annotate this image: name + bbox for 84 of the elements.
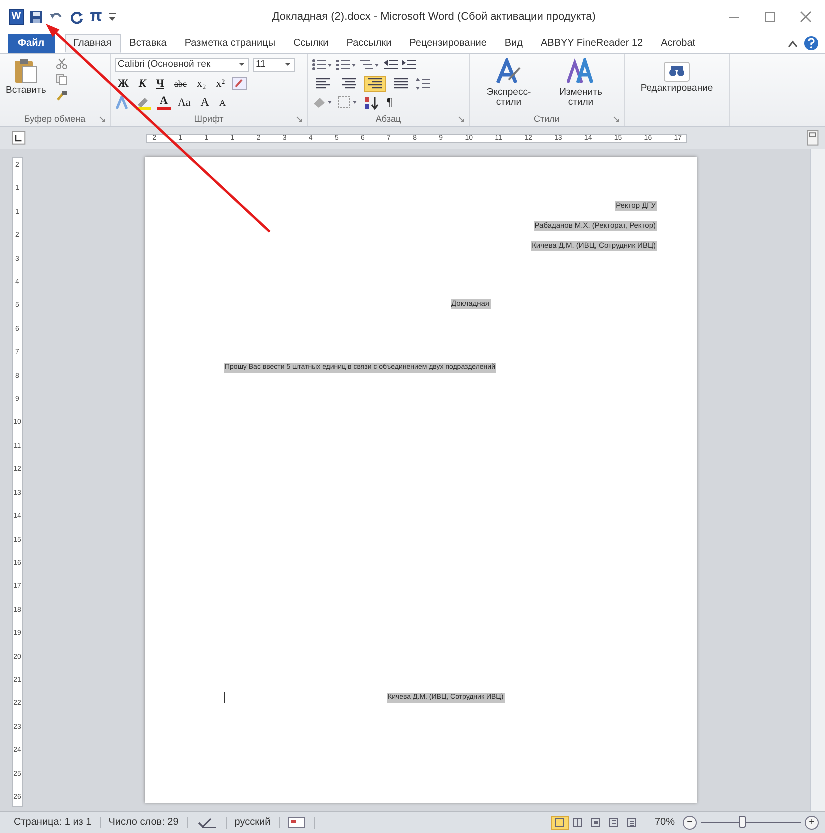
dialog-launcher-icon[interactable]	[613, 116, 620, 122]
maximize-icon[interactable]	[763, 11, 777, 23]
word-count[interactable]: Число слов: 29	[100, 817, 188, 828]
window-title: Докладная (2).docx - Microsoft Word (Сбой активации продукта)	[271, 11, 597, 23]
format-button[interactable]: Ж	[115, 78, 132, 90]
view-icon	[554, 818, 565, 828]
decrease-indent-icon[interactable]	[384, 58, 398, 70]
text-effects-icon[interactable]	[115, 96, 131, 110]
format-button[interactable]: x²	[213, 78, 228, 90]
zoom-slider-thumb[interactable]	[739, 816, 746, 828]
align-lines-icon	[368, 78, 382, 89]
dialog-launcher-icon[interactable]	[296, 116, 303, 122]
zoom-level[interactable]: 70%	[654, 817, 675, 828]
zoom-in-button[interactable]: +	[805, 816, 819, 830]
align-lines-icon	[394, 78, 408, 89]
view-icon	[572, 818, 583, 828]
file-tab[interactable]: Файл	[8, 34, 55, 53]
clipboard-icon	[14, 58, 38, 84]
sort-icon[interactable]	[364, 96, 380, 110]
quick-styles-icon	[495, 58, 523, 86]
cut-icon[interactable]	[56, 58, 68, 70]
align-lines-icon	[316, 78, 330, 89]
dialog-launcher-icon[interactable]	[99, 116, 106, 122]
tab-selector-icon[interactable]	[12, 131, 26, 145]
format-button[interactable]: К	[136, 78, 150, 90]
binoculars-icon	[664, 62, 690, 82]
ribbon-tab[interactable]: Вставка	[120, 34, 176, 53]
redo-icon[interactable]	[71, 10, 84, 24]
clear-format-icon[interactable]	[232, 76, 248, 90]
align-lines-icon	[342, 78, 356, 89]
view-button[interactable]	[550, 816, 569, 830]
language-indicator[interactable]: русский	[226, 817, 280, 828]
save-icon[interactable]	[30, 10, 43, 24]
bullets-icon[interactable]	[312, 58, 332, 70]
align-button[interactable]	[364, 76, 386, 92]
change-styles-icon	[567, 58, 595, 86]
view-icon	[626, 818, 637, 828]
format-painter-icon[interactable]	[56, 90, 68, 102]
shrink-font-button[interactable]: A	[216, 98, 229, 108]
paste-button[interactable]: Вставить	[4, 56, 48, 112]
font-name-dropdown[interactable]: Calibri (Основной тек	[115, 58, 249, 72]
help-icon[interactable]	[804, 36, 819, 51]
highlighter-icon[interactable]	[135, 96, 153, 110]
ribbon-tab[interactable]: Ссылки	[284, 34, 338, 53]
change-case-button[interactable]: Aa	[174, 96, 194, 108]
group-label: Шрифт	[194, 114, 224, 124]
font-color-button[interactable]: A	[157, 96, 171, 110]
ribbon-tab[interactable]: Acrobat	[652, 34, 705, 53]
dialog-launcher-icon[interactable]	[458, 116, 465, 122]
vertical-scrollbar[interactable]	[810, 149, 825, 811]
ribbon-tab[interactable]: Разметка страницы	[176, 34, 285, 53]
increase-indent-icon[interactable]	[402, 58, 416, 70]
font-size-dropdown[interactable]: 11	[253, 58, 295, 72]
format-button[interactable]: x₂	[194, 78, 210, 90]
app-logo[interactable]: W	[9, 9, 24, 25]
numbering-icon[interactable]	[336, 58, 356, 70]
close-icon[interactable]	[799, 11, 813, 23]
styles-button[interactable]: Экспресс-стили	[474, 56, 544, 111]
ribbon-tab[interactable]: Рецензирование	[400, 34, 496, 53]
zoom-out-button[interactable]: −	[683, 816, 697, 830]
shading-icon[interactable]	[312, 96, 334, 109]
view-icon	[590, 818, 601, 828]
editing-button[interactable]: Редактирование	[638, 60, 716, 96]
styles-button[interactable]: Изменить стили	[546, 56, 616, 111]
view-icon	[608, 818, 619, 828]
copy-icon[interactable]	[56, 74, 68, 86]
show-marks-button[interactable]: ¶	[384, 95, 396, 110]
ribbon-tab[interactable]: Рассылки	[338, 34, 401, 53]
collapse-ribbon-icon[interactable]	[788, 40, 798, 48]
group-label: Абзац	[376, 114, 402, 124]
multilevel-list-icon[interactable]	[360, 58, 380, 70]
equation-button[interactable]: π	[90, 8, 102, 26]
customize-menu-icon[interactable]	[108, 12, 118, 22]
group-label: Буфер обмена	[24, 114, 86, 124]
format-button[interactable]: Ч	[153, 78, 168, 90]
grow-font-button[interactable]: A	[198, 95, 212, 110]
format-button[interactable]: abc	[171, 78, 190, 88]
ribbon-tab[interactable]: Главная	[64, 34, 121, 53]
text-cursor	[224, 692, 225, 703]
ribbon-tab[interactable]: ABBYY FineReader 12	[532, 34, 652, 53]
group-label: Стили	[534, 114, 560, 124]
ribbon-tab[interactable]: Вид	[496, 34, 532, 53]
page-count[interactable]: Страница: 1 из 1	[6, 817, 101, 828]
ruler-toggle-icon[interactable]	[807, 130, 819, 146]
